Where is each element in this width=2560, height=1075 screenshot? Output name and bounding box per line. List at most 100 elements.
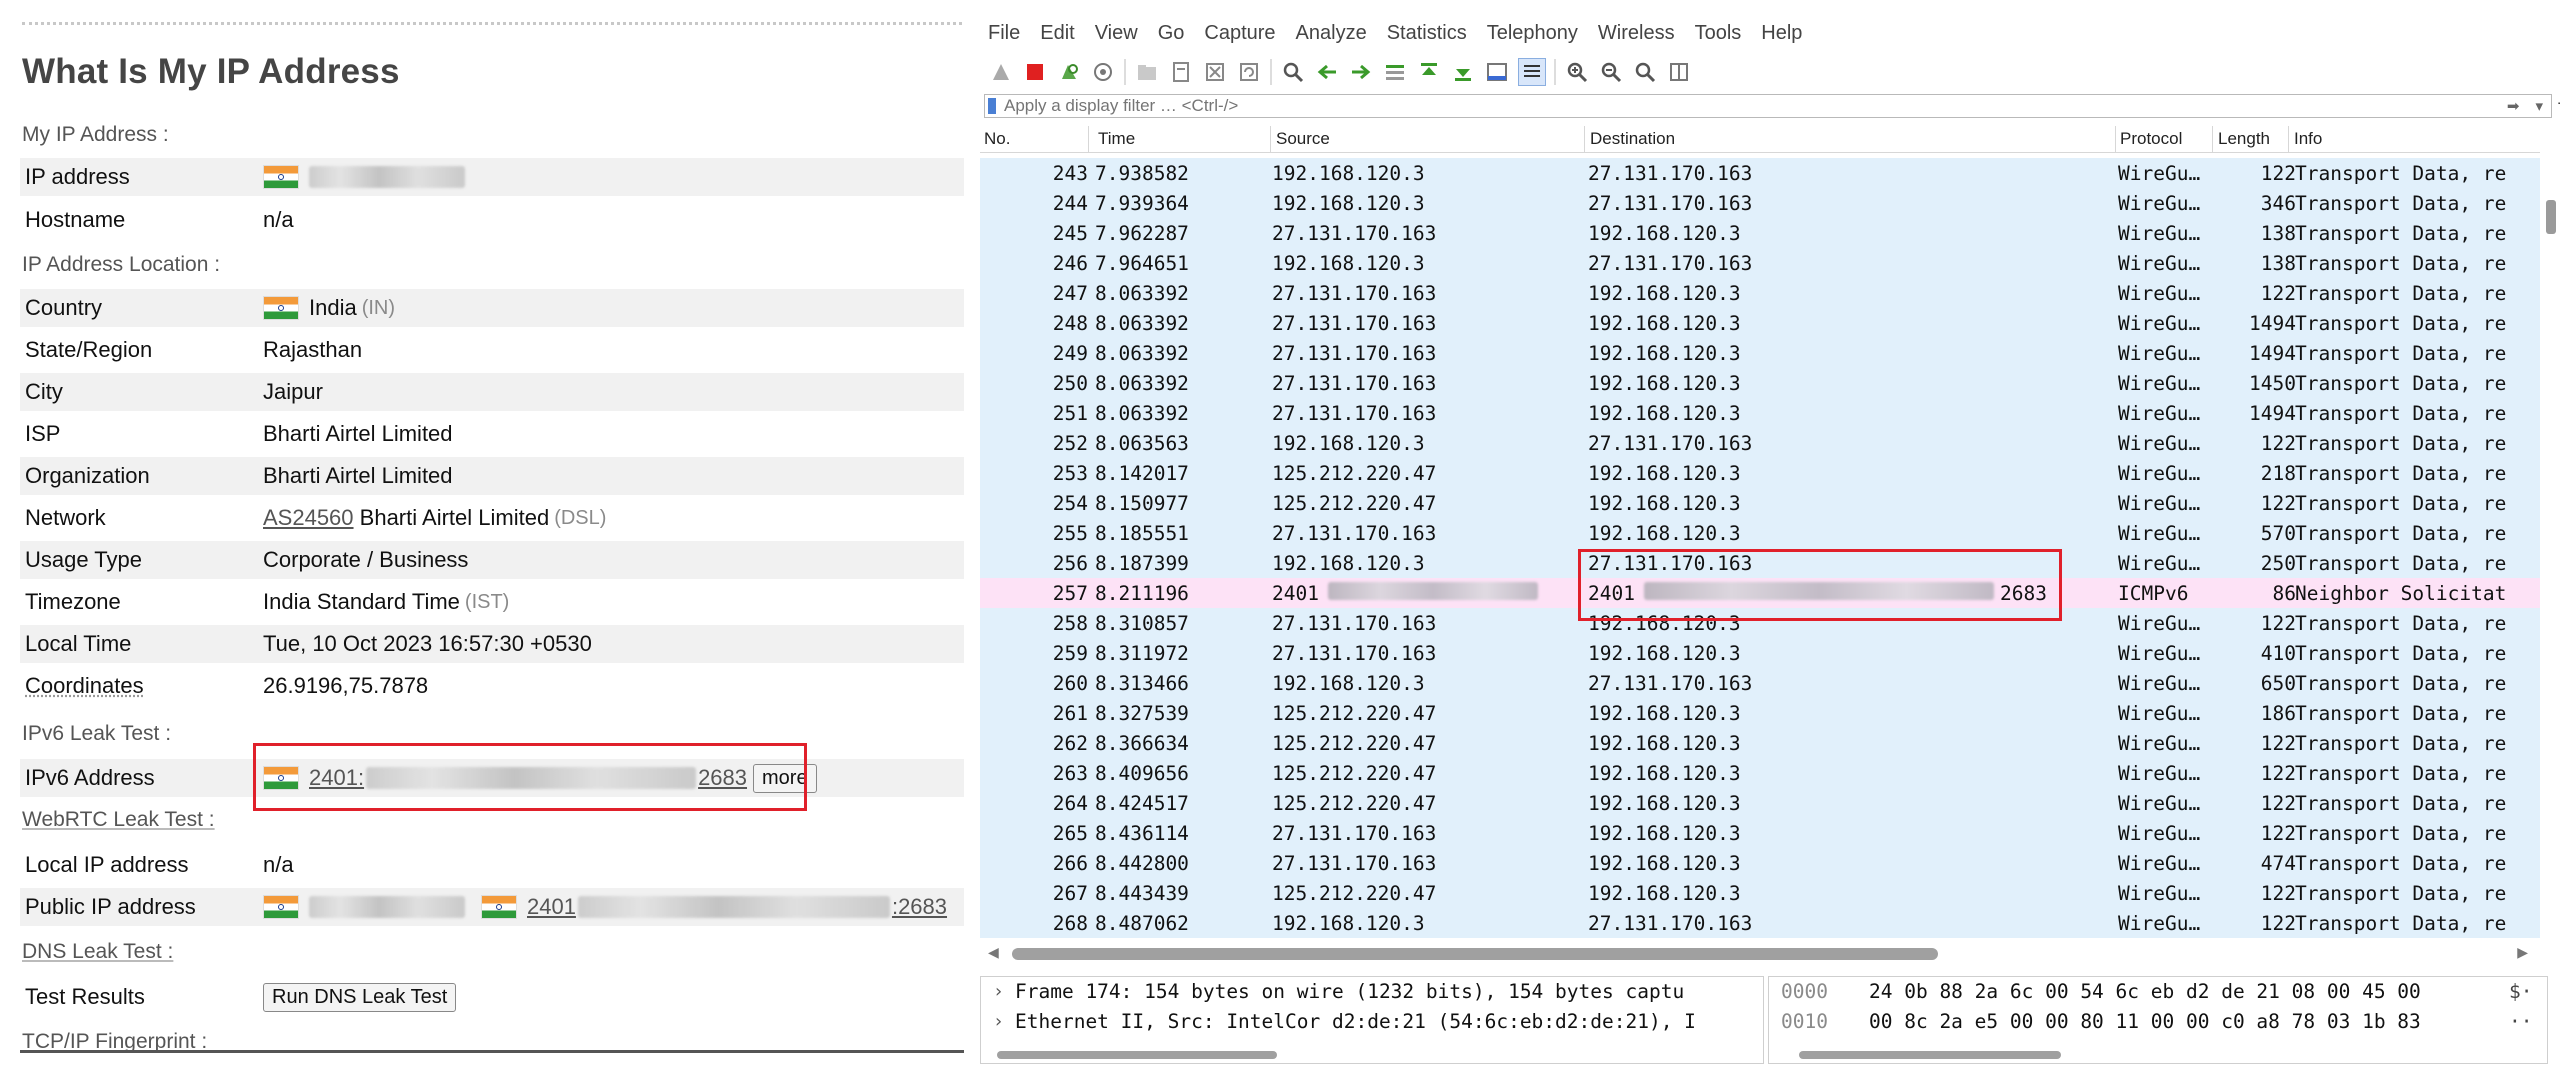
packet-row[interactable]: 248 8.063392 27.131.170.163 192.168.120.3 Wi… bbox=[980, 308, 2540, 338]
bookmark-icon[interactable] bbox=[988, 98, 996, 114]
go-last-icon[interactable] bbox=[1450, 59, 1476, 85]
scrollbar-thumb[interactable] bbox=[1012, 948, 1938, 960]
expand-chevron-icon[interactable]: › bbox=[993, 977, 1004, 1007]
colorize-icon[interactable] bbox=[1518, 58, 1546, 86]
col-destination[interactable]: Destination bbox=[1590, 129, 1675, 149]
menu-wireless[interactable]: Wireless bbox=[1598, 22, 1675, 45]
col-length[interactable]: Length bbox=[2218, 129, 2270, 149]
run-dns-leak-test-button[interactable]: Run DNS Leak Test bbox=[263, 982, 457, 1012]
col-info[interactable]: Info bbox=[2294, 129, 2322, 149]
close-file-icon[interactable] bbox=[1202, 59, 1228, 85]
zoom-in-icon[interactable] bbox=[1564, 59, 1590, 85]
reload-file-icon[interactable] bbox=[1236, 59, 1262, 85]
packet-source: 192.168.120.3 bbox=[1272, 192, 1425, 215]
toolbar-separator bbox=[1124, 59, 1126, 85]
menu-tools[interactable]: Tools bbox=[1695, 22, 1742, 45]
packet-time: 8.436114 bbox=[1095, 822, 1189, 845]
stop-capture-icon[interactable] bbox=[1022, 59, 1048, 85]
bytes-horizontal-scrollbar[interactable] bbox=[1799, 1051, 2061, 1059]
apply-filter-arrow-icon[interactable]: ➡ bbox=[2499, 97, 2528, 115]
packet-row[interactable]: 245 7.962287 27.131.170.163 192.168.120.3 Wi… bbox=[980, 218, 2540, 248]
capture-options-icon[interactable] bbox=[1090, 59, 1116, 85]
packet-source: 2401 bbox=[1272, 582, 1319, 605]
hex-offset: 0010 bbox=[1781, 1010, 1828, 1033]
packet-row[interactable]: 259 8.311972 27.131.170.163 192.168.120.3 Wi… bbox=[980, 638, 2540, 668]
packet-time: 8.185551 bbox=[1095, 522, 1189, 545]
resize-columns-icon[interactable] bbox=[1666, 59, 1692, 85]
packet-info: Transport Data, re bbox=[2295, 912, 2507, 935]
filter-dropdown-icon[interactable]: ▾ bbox=[2527, 97, 2551, 115]
packet-row[interactable]: 267 8.443439 125.212.220.47 192.168.120.3 Wi… bbox=[980, 878, 2540, 908]
col-time[interactable]: Time bbox=[1098, 129, 1135, 149]
asn-link[interactable]: AS24560 bbox=[263, 505, 354, 531]
packet-row[interactable]: 261 8.327539 125.212.220.47 192.168.120.3 Wi… bbox=[980, 698, 2540, 728]
public-ipv6-link[interactable]: 2401:2683 bbox=[527, 894, 947, 920]
col-source[interactable]: Source bbox=[1276, 129, 1330, 149]
packet-row[interactable]: 263 8.409656 125.212.220.47 192.168.120.3 Wi… bbox=[980, 758, 2540, 788]
packet-row[interactable]: 255 8.185551 27.131.170.163 192.168.120.3 Wi… bbox=[980, 518, 2540, 548]
packet-row[interactable]: 249 8.063392 27.131.170.163 192.168.120.3 Wi… bbox=[980, 338, 2540, 368]
packet-info: Transport Data, re bbox=[2295, 552, 2507, 575]
zoom-out-icon[interactable] bbox=[1598, 59, 1624, 85]
packet-row[interactable]: 260 8.313466 192.168.120.3 27.131.170.163 Wi… bbox=[980, 668, 2540, 698]
menu-analyze[interactable]: Analyze bbox=[1296, 22, 1367, 45]
packet-protocol: WireGu… bbox=[2118, 432, 2201, 455]
packet-row[interactable]: 251 8.063392 27.131.170.163 192.168.120.3 Wi… bbox=[980, 398, 2540, 428]
packet-row[interactable]: 266 8.442800 27.131.170.163 192.168.120.3 Wi… bbox=[980, 848, 2540, 878]
packet-row[interactable]: 264 8.424517 125.212.220.47 192.168.120.3 Wi… bbox=[980, 788, 2540, 818]
autoscroll-icon[interactable] bbox=[1484, 59, 1510, 85]
hex-row[interactable]: 0010 00 8c 2a e5 00 00 80 11 00 00 c0 a8 … bbox=[1769, 1007, 2547, 1037]
packet-row[interactable]: 265 8.436114 27.131.170.163 192.168.120.3 Wi… bbox=[980, 818, 2540, 848]
display-filter-input[interactable] bbox=[1002, 95, 2499, 117]
row-isp: ISP Bharti Airtel Limited bbox=[20, 415, 964, 453]
packet-destination: 192.168.120.3 bbox=[1588, 402, 1741, 425]
menu-view[interactable]: View bbox=[1095, 22, 1138, 45]
packet-row[interactable]: 262 8.366634 125.212.220.47 192.168.120.3 Wi… bbox=[980, 728, 2540, 758]
go-to-packet-icon[interactable] bbox=[1382, 59, 1408, 85]
packet-row[interactable]: 246 7.964651 192.168.120.3 27.131.170.163 Wi… bbox=[980, 248, 2540, 278]
packet-row[interactable]: 253 8.142017 125.212.220.47 192.168.120.3 Wi… bbox=[980, 458, 2540, 488]
packet-row[interactable]: 250 8.063392 27.131.170.163 192.168.120.3 Wi… bbox=[980, 368, 2540, 398]
menu-edit[interactable]: Edit bbox=[1040, 22, 1074, 45]
zoom-normal-icon[interactable] bbox=[1632, 59, 1658, 85]
find-packet-icon[interactable] bbox=[1280, 59, 1306, 85]
save-file-icon[interactable] bbox=[1168, 59, 1194, 85]
restart-capture-icon[interactable] bbox=[1056, 59, 1082, 85]
packet-list-horizontal-scrollbar[interactable]: ◀ ▶ bbox=[988, 944, 2528, 964]
packet-destination: 192.168.120.3 bbox=[1588, 312, 1741, 335]
go-forward-icon[interactable] bbox=[1348, 59, 1374, 85]
packet-source: 192.168.120.3 bbox=[1272, 672, 1425, 695]
menu-file[interactable]: File bbox=[988, 22, 1020, 45]
hex-row[interactable]: 0000 24 0b 88 2a 6c 00 54 6c eb d2 de 21 … bbox=[1769, 977, 2547, 1007]
row-value: Rajasthan bbox=[263, 337, 363, 362]
scroll-left-icon[interactable]: ◀ bbox=[988, 944, 999, 961]
page-title: What Is My IP Address bbox=[22, 52, 400, 91]
menu-statistics[interactable]: Statistics bbox=[1387, 22, 1467, 45]
detail-frame[interactable]: › Frame 174: 154 bytes on wire (1232 bits… bbox=[981, 977, 1763, 1007]
detail-ethernet[interactable]: › Ethernet II, Src: IntelCor d2:de:21 (54… bbox=[981, 1007, 1763, 1037]
go-first-icon[interactable] bbox=[1416, 59, 1442, 85]
start-capture-icon[interactable] bbox=[988, 59, 1014, 85]
go-back-icon[interactable] bbox=[1314, 59, 1340, 85]
packet-bytes-pane: 0000 24 0b 88 2a 6c 00 54 6c eb d2 de 21 … bbox=[1768, 976, 2548, 1064]
toolbar-separator bbox=[1554, 59, 1556, 85]
open-file-icon[interactable] bbox=[1134, 59, 1160, 85]
packet-row[interactable]: 247 8.063392 27.131.170.163 192.168.120.3 Wi… bbox=[980, 278, 2540, 308]
menu-telephony[interactable]: Telephony bbox=[1487, 22, 1578, 45]
menu-go[interactable]: Go bbox=[1158, 22, 1185, 45]
packet-no: 256 bbox=[1052, 552, 1088, 575]
packet-row[interactable]: 244 7.939364 192.168.120.3 27.131.170.163 Wi… bbox=[980, 188, 2540, 218]
packet-row[interactable]: 252 8.063563 192.168.120.3 27.131.170.163 Wi… bbox=[980, 428, 2540, 458]
menu-help[interactable]: Help bbox=[1761, 22, 1802, 45]
packet-row[interactable]: 254 8.150977 125.212.220.47 192.168.120.3 Wi… bbox=[980, 488, 2540, 518]
menu-capture[interactable]: Capture bbox=[1204, 22, 1275, 45]
expand-chevron-icon[interactable]: › bbox=[993, 1007, 1004, 1037]
packet-row[interactable]: 268 8.487062 192.168.120.3 27.131.170.163 Wi… bbox=[980, 908, 2540, 938]
packet-row[interactable]: 243 7.938582 192.168.120.3 27.131.170.163 Wi… bbox=[980, 158, 2540, 188]
packet-list-vertical-scrollbar[interactable] bbox=[2546, 200, 2556, 234]
details-horizontal-scrollbar[interactable] bbox=[997, 1051, 1277, 1059]
scroll-right-icon[interactable]: ▶ bbox=[2517, 944, 2528, 961]
packet-source: 27.131.170.163 bbox=[1272, 642, 1437, 665]
col-protocol[interactable]: Protocol bbox=[2120, 129, 2182, 149]
col-no[interactable]: No. bbox=[984, 129, 1010, 149]
